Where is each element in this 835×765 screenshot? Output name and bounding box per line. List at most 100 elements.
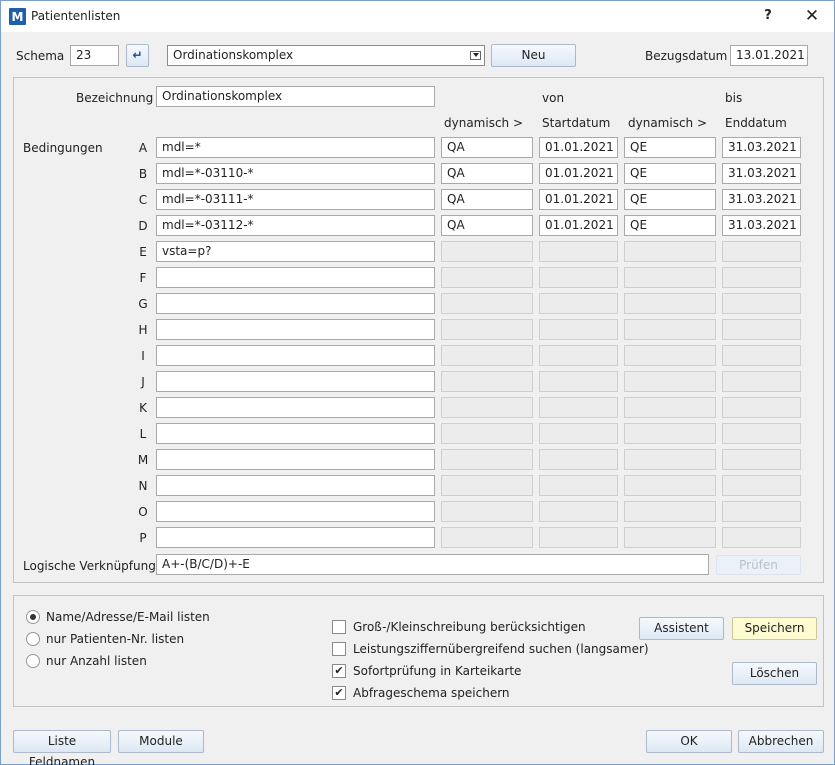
title-bar: M Patientenlisten ? ✕ [1,1,834,32]
end-date-input[interactable]: 31.03.2021 [722,137,801,158]
bezeichnung-input[interactable]: Ordinationskomplex [156,86,435,107]
dyn-end-input [624,267,716,288]
dyn-start-input [441,475,533,496]
condition-input[interactable] [156,527,435,548]
end-date-input [722,319,801,340]
new-button[interactable]: Neu [491,44,576,67]
app-logo-icon: M [9,8,26,25]
ref-date-label: Bezugsdatum [645,49,728,63]
dyn-end-input [624,319,716,340]
start-date-input[interactable]: 01.01.2021 [539,163,618,184]
end-date-input [722,475,801,496]
condition-input[interactable] [156,371,435,392]
condition-input[interactable] [156,475,435,496]
dyn-start-input [441,267,533,288]
start-date-input[interactable]: 01.01.2021 [539,189,618,210]
start-date-input [539,449,618,470]
dyn-end-input [624,475,716,496]
dyn-start-input[interactable]: QA [441,189,533,210]
window-title: Patientenlisten [31,9,121,23]
dyn-start-input[interactable]: QA [441,215,533,236]
dyn-end-input[interactable]: QE [624,137,716,158]
condition-input[interactable]: mdl=*-03111-* [156,189,435,210]
condition-input[interactable] [156,449,435,470]
end-date-input [722,345,801,366]
condition-input[interactable]: mdl=*-03110-* [156,163,435,184]
end-date-input [722,293,801,314]
start-date-input [539,475,618,496]
output-radio-label: Name/Adresse/E-Mail listen [46,610,210,624]
end-date-input [722,527,801,548]
close-button[interactable]: ✕ [801,5,823,27]
start-date-input [539,345,618,366]
start-date-input [539,293,618,314]
end-date-input [722,397,801,418]
end-date-input[interactable]: 31.03.2021 [722,215,801,236]
condition-input[interactable] [156,345,435,366]
condition-input[interactable] [156,423,435,444]
schema-select[interactable]: Ordinationskomplex [167,45,485,66]
logic-label: Logische Verknüpfung [23,559,156,573]
dyn-end-input [624,527,716,548]
option-checkbox[interactable] [332,620,346,634]
condition-input[interactable] [156,319,435,340]
logic-input[interactable]: A+-(B/C/D)+-E [156,554,709,575]
condition-input[interactable]: mdl=*-03112-* [156,215,435,236]
dyn-end-input[interactable]: QE [624,189,716,210]
output-radio[interactable] [26,632,40,646]
start-date-input [539,267,618,288]
dyn-start-input[interactable]: QA [441,137,533,158]
output-radio[interactable] [26,654,40,668]
condition-input[interactable] [156,267,435,288]
ref-date-input[interactable]: 13.01.2021 [730,45,808,66]
condition-input[interactable] [156,501,435,522]
delete-button[interactable]: Löschen [732,662,817,685]
end-date-input [722,449,801,470]
dyn-end-header: dynamisch > [628,116,708,130]
schema-label: Schema [16,49,65,63]
option-checkbox-label: Groß-/Kleinschreibung berücksichtigen [353,620,586,634]
save-button[interactable]: Speichern [732,617,817,640]
condition-letter: E [139,245,147,259]
option-checkbox[interactable]: ✔ [332,686,346,700]
condition-letter: O [138,505,148,519]
assistant-button[interactable]: Assistent [639,617,724,640]
dyn-end-input[interactable]: QE [624,163,716,184]
dyn-start-input [441,241,533,262]
condition-letter: L [139,427,147,441]
start-date-input[interactable]: 01.01.2021 [539,137,618,158]
help-button[interactable]: ? [758,5,778,27]
start-date-input [539,423,618,444]
bezeichnung-label: Bezeichnung [76,91,154,105]
dyn-end-input [624,293,716,314]
condition-input[interactable]: mdl=* [156,137,435,158]
condition-input[interactable] [156,397,435,418]
enter-icon[interactable]: ↵ [126,44,149,67]
ok-button[interactable]: OK [646,730,732,753]
chevron-down-icon[interactable] [470,51,481,60]
end-date-input[interactable]: 31.03.2021 [722,189,801,210]
cancel-button[interactable]: Abbrechen [738,730,824,753]
dyn-start-input [441,371,533,392]
dyn-start-input[interactable]: QA [441,163,533,184]
start-date-input [539,501,618,522]
option-checkbox[interactable]: ✔ [332,664,346,678]
start-date-input[interactable]: 01.01.2021 [539,215,618,236]
field-names-button[interactable]: Liste Feldnamen [13,730,111,765]
schema-number-input[interactable]: 23 [70,45,119,66]
condition-input[interactable]: vsta=p? [156,241,435,262]
bis-label: bis [725,91,743,105]
end-date-input[interactable]: 31.03.2021 [722,163,801,184]
output-radio[interactable] [26,610,40,624]
option-checkbox[interactable] [332,642,346,656]
dyn-start-input [441,449,533,470]
condition-letter: M [137,453,149,467]
start-date-input [539,527,618,548]
check-button[interactable]: Prüfen [716,555,801,575]
bedingungen-label: Bedingungen [23,141,103,155]
dyn-end-input[interactable]: QE [624,215,716,236]
condition-letter: B [138,167,148,181]
modules-button[interactable]: Module [118,730,204,753]
condition-letter: H [138,323,148,337]
condition-input[interactable] [156,293,435,314]
